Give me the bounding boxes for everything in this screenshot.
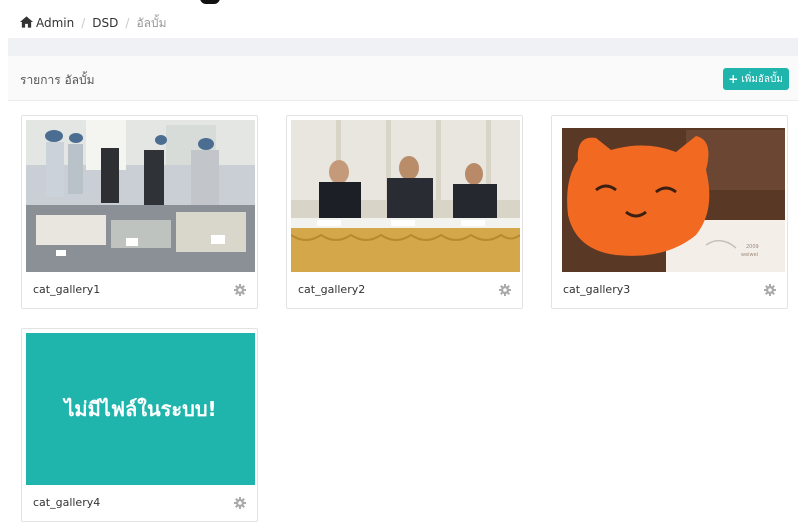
home-icon [20,16,33,28]
orange-plush-photo-image: 2009 weiwei [556,120,785,272]
breadcrumb: Admin / DSD / อัลบั้ม [20,12,167,34]
content-band [8,38,798,56]
panel-header: รายการ อัลบั้ม + เพิ่มอัลบั้ม [8,56,798,101]
add-album-button-label: เพิ่มอัลบั้ม [741,73,783,85]
album-name: cat_gallery3 [563,283,631,296]
album-name: cat_gallery2 [298,283,366,296]
breadcrumb-album-current: อัลบั้ม [136,15,167,30]
album-name: cat_gallery4 [33,496,101,509]
top-strip [0,0,798,4]
plus-icon: + [728,72,739,86]
album-name: cat_gallery1 [33,283,101,296]
breadcrumb-separator: / [125,16,130,30]
album-thumbnail-factory[interactable] [26,120,255,272]
gear-icon[interactable] [234,284,246,296]
gear-icon[interactable] [764,284,776,296]
breadcrumb-admin-label: Admin [36,16,75,30]
gear-icon[interactable] [234,497,246,509]
breadcrumb-admin[interactable]: Admin [20,16,74,30]
svg-text:weiwei: weiwei [741,252,758,258]
album-thumbnail-meeting[interactable] [291,120,520,272]
album-card-4[interactable]: ไม่มีไฟล์ในระบบ! cat_gallery4 [21,328,258,522]
album-thumbnail-plush[interactable]: 2009 weiwei [556,120,785,272]
album-card-1[interactable]: cat_gallery1 [21,115,258,309]
factory-photo-image [26,120,255,272]
breadcrumb-dsd[interactable]: DSD [92,16,118,30]
meeting-photo-image [291,120,520,272]
svg-text:2009: 2009 [746,244,759,250]
panel-title: รายการ อัลบั้ม [20,73,95,87]
album-thumbnail-empty[interactable]: ไม่มีไฟล์ในระบบ! [26,333,255,485]
top-strip-notch [200,0,220,4]
gear-icon[interactable] [499,284,511,296]
album-card-2[interactable]: cat_gallery2 [286,115,523,309]
breadcrumb-separator: / [81,16,86,30]
no-file-message: ไม่มีไฟล์ในระบบ! [64,397,217,421]
add-album-button[interactable]: + เพิ่มอัลบั้ม [723,68,789,90]
album-card-3[interactable]: 2009 weiwei cat_gallery3 [551,115,788,309]
